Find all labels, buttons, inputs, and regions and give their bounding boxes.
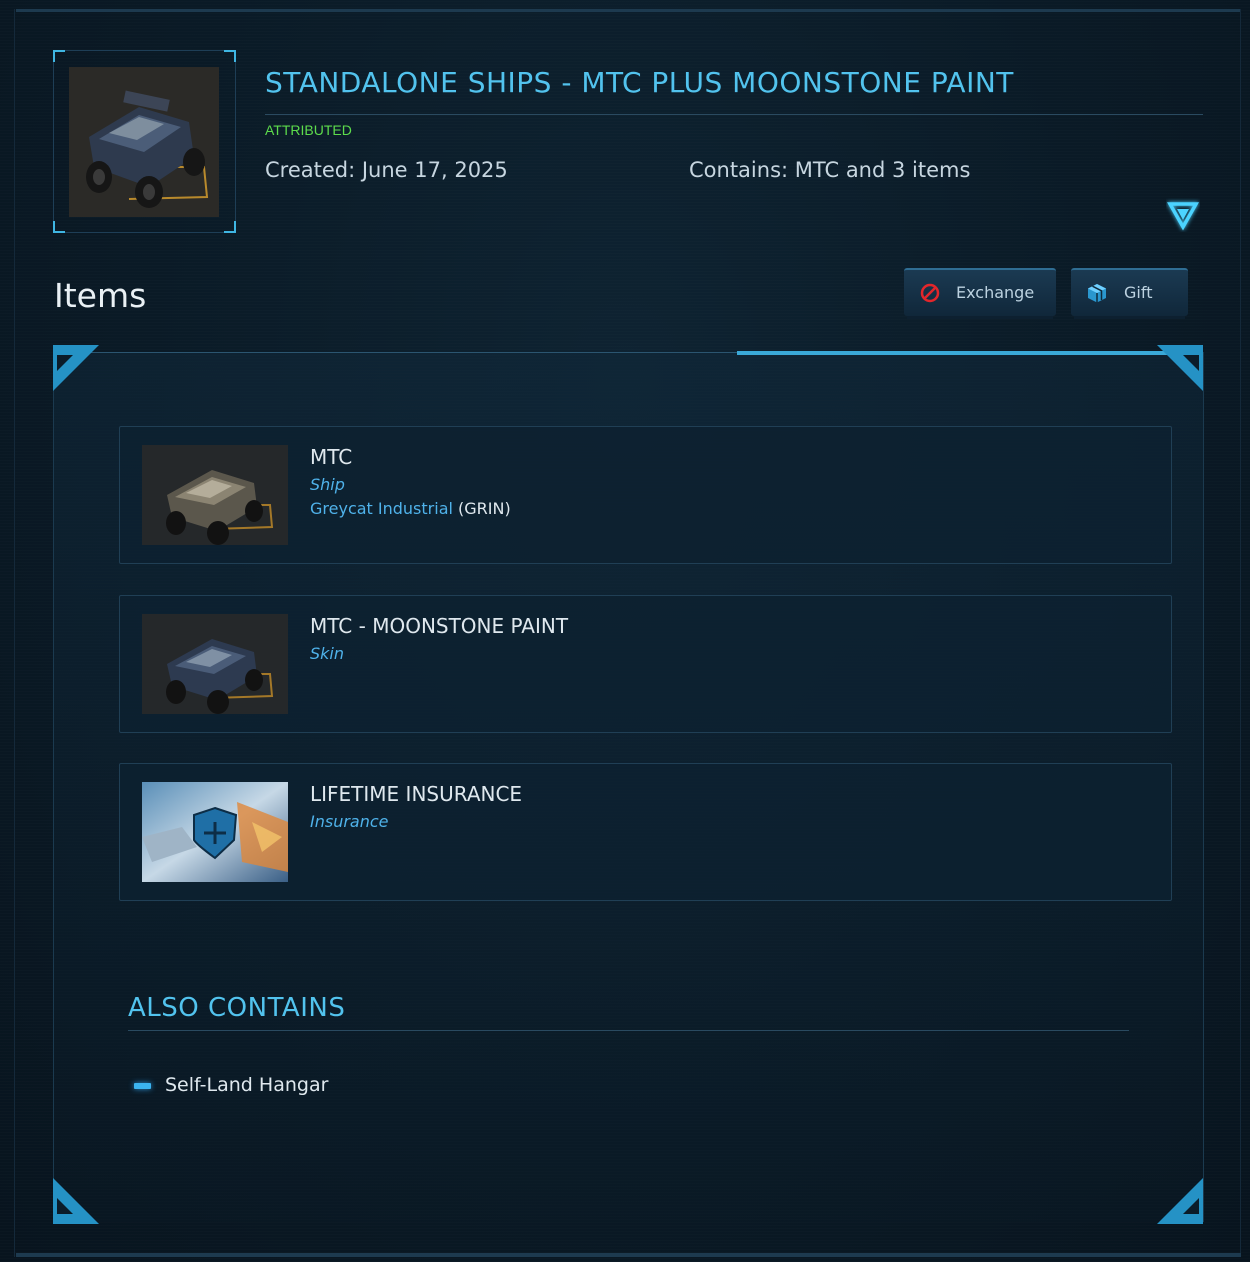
exchange-button[interactable]: Exchange	[904, 268, 1056, 316]
panel-corner-top-right	[1157, 345, 1203, 391]
package-title: STANDALONE SHIPS - MTC PLUS MOONSTONE PA…	[265, 66, 1014, 99]
panel-corner-top-left	[53, 345, 99, 391]
bracket-corner	[53, 221, 65, 233]
exchange-label: Exchange	[956, 283, 1035, 302]
item-type: Insurance	[310, 812, 389, 831]
mtc-vehicle-image	[69, 67, 219, 217]
item-manufacturer: Greycat Industrial (GRIN)	[310, 499, 511, 518]
also-contains-divider	[128, 1030, 1129, 1031]
mtc-vehicle-image	[142, 445, 288, 545]
bracket-corner	[53, 50, 65, 62]
manufacturer-name: Greycat Industrial	[310, 499, 453, 518]
item-type: Skin	[310, 644, 345, 663]
bullet-icon	[134, 1083, 151, 1089]
bracket-corner	[224, 50, 236, 62]
gift-icon	[1088, 284, 1106, 303]
gift-label: Gift	[1124, 283, 1153, 302]
panel-corner-bottom-left	[53, 1178, 99, 1224]
item-card-lifetime-insurance[interactable]: LIFETIME INSURANCE Insurance	[119, 763, 1172, 901]
no-entry-icon	[920, 283, 940, 303]
package-thumbnail	[53, 50, 236, 233]
also-contains-heading: ALSO CONTAINS	[128, 993, 346, 1023]
item-name: MTC - MOONSTONE PAINT	[310, 614, 569, 638]
mtc-moonstone-image	[142, 614, 288, 714]
triangle-down-icon	[1167, 202, 1199, 231]
frame-right-border	[1240, 9, 1241, 1257]
item-name: LIFETIME INSURANCE	[310, 782, 523, 806]
panel-divider-highlight	[737, 351, 1177, 355]
insurance-shield-image	[142, 782, 288, 882]
item-card-moonstone-paint[interactable]: MTC - MOONSTONE PAINT Skin	[119, 595, 1172, 733]
frame-top-border	[16, 9, 1241, 12]
bracket-corner	[224, 221, 236, 233]
panel-divider	[53, 352, 737, 353]
gift-button[interactable]: Gift	[1071, 268, 1188, 316]
frame-left-border	[14, 9, 15, 1257]
created-date: Created: June 17, 2025	[265, 158, 508, 182]
frame-bottom-border	[16, 1253, 1241, 1257]
title-divider	[265, 114, 1203, 115]
item-type: Ship	[310, 475, 345, 494]
item-card-mtc[interactable]: MTC Ship Greycat Industrial (GRIN)	[119, 426, 1172, 564]
expand-toggle-button[interactable]	[1166, 198, 1200, 232]
panel-corner-bottom-right	[1157, 1178, 1203, 1224]
manufacturer-code: (GRIN)	[458, 499, 511, 518]
contains-summary: Contains: MTC and 3 items	[689, 158, 971, 182]
items-heading: Items	[54, 276, 147, 315]
status-badge: ATTRIBUTED	[265, 122, 352, 138]
also-contains-item: Self-Land Hangar	[165, 1074, 329, 1096]
item-name: MTC	[310, 445, 353, 469]
